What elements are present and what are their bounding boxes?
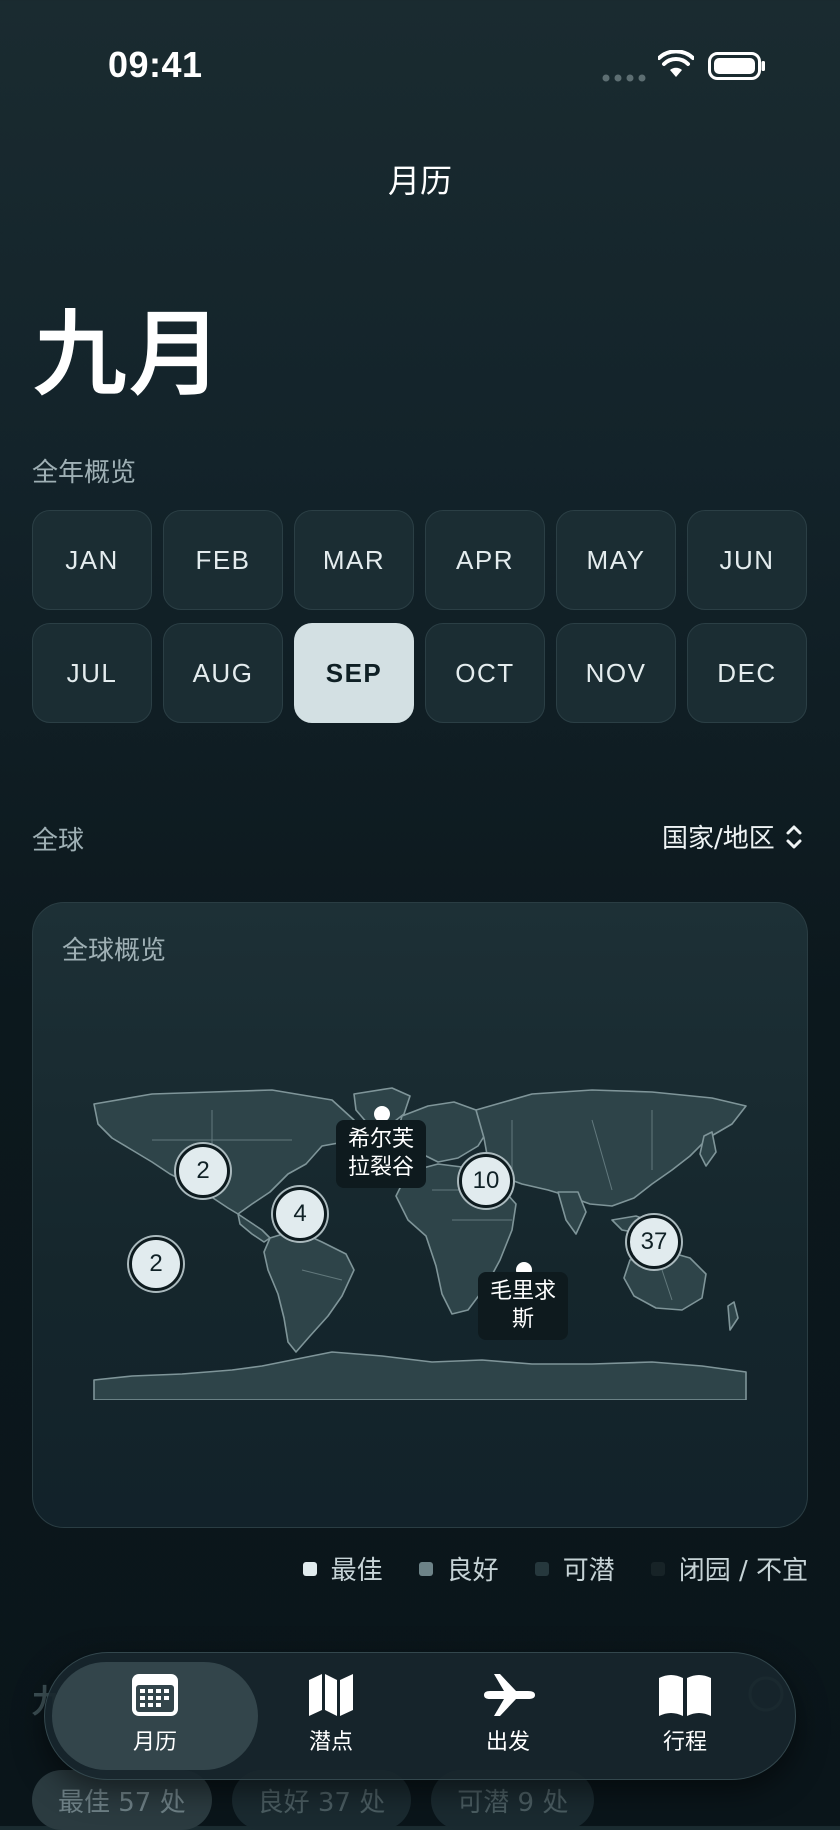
month-button-feb[interactable]: FEB bbox=[163, 510, 283, 610]
legend-swatch bbox=[534, 1561, 549, 1576]
calendar-icon bbox=[132, 1674, 178, 1716]
month-button-nov[interactable]: NOV bbox=[556, 623, 676, 723]
legend-item-good: 良好 bbox=[418, 1550, 499, 1587]
map-label-mauritius[interactable]: 毛里求斯 bbox=[478, 1272, 568, 1340]
legend-swatch bbox=[650, 1561, 665, 1576]
month-button-sep[interactable]: SEP bbox=[294, 623, 414, 723]
tab-dive-sites[interactable]: 潜点 bbox=[256, 1672, 406, 1762]
book-icon bbox=[659, 1675, 711, 1716]
tab-label: 潜点 bbox=[308, 1730, 353, 1755]
current-month-heading: 九月 bbox=[34, 301, 227, 408]
legend-item-best: 最佳 bbox=[302, 1550, 383, 1587]
tab-label: 月历 bbox=[132, 1730, 177, 1755]
map-icon bbox=[309, 1674, 353, 1716]
tab-label: 行程 bbox=[662, 1730, 707, 1755]
chevron-up-down-icon bbox=[786, 825, 802, 848]
signal-dots-icon bbox=[602, 74, 646, 82]
airplane-icon bbox=[484, 1674, 535, 1716]
tab-itinerary[interactable]: 行程 bbox=[610, 1672, 760, 1762]
map-label-iceland[interactable]: 希尔芙拉裂谷 bbox=[336, 1120, 426, 1188]
legend-label: 良好 bbox=[446, 1556, 499, 1586]
map-cluster-marker[interactable]: 10 bbox=[459, 1154, 513, 1208]
map-card-title: 全球概览 bbox=[62, 936, 167, 966]
map-legend: 最佳 良好 可潜 闭园 / 不宜 bbox=[302, 1550, 808, 1587]
battery-icon bbox=[708, 52, 765, 80]
region-label: 全球 bbox=[32, 826, 85, 856]
month-button-jan[interactable]: JAN bbox=[32, 510, 152, 610]
month-button-jul[interactable]: JUL bbox=[32, 623, 152, 723]
page-title: 月历 bbox=[387, 162, 452, 200]
legend-item-diveable: 可潜 bbox=[534, 1550, 615, 1587]
legend-item-closed: 闭园 / 不宜 bbox=[650, 1550, 808, 1587]
tab-label: 出发 bbox=[485, 1730, 530, 1755]
region-picker-label: 国家/地区 bbox=[662, 824, 775, 854]
month-button-apr[interactable]: APR bbox=[425, 510, 545, 610]
wifi-icon bbox=[658, 50, 694, 77]
legend-swatch bbox=[302, 1561, 317, 1576]
region-picker[interactable]: 国家/地区 bbox=[662, 818, 803, 855]
legend-label: 最佳 bbox=[330, 1556, 383, 1586]
month-button-oct[interactable]: OCT bbox=[425, 623, 545, 723]
month-button-mar[interactable]: MAR bbox=[294, 510, 414, 610]
legend-label: 闭园 / 不宜 bbox=[678, 1556, 808, 1586]
map-cluster-marker[interactable]: 2 bbox=[129, 1237, 183, 1291]
map-cluster-marker[interactable]: 2 bbox=[176, 1144, 230, 1198]
status-time: 09:41 bbox=[108, 44, 203, 85]
tab-depart[interactable]: 出发 bbox=[433, 1672, 583, 1762]
month-button-dec[interactable]: DEC bbox=[687, 623, 807, 723]
month-grid: JAN FEB MAR APR MAY JUN JUL AUG SEP OCT … bbox=[32, 510, 808, 723]
map-cluster-marker[interactable]: 37 bbox=[627, 1215, 681, 1269]
tab-calendar[interactable]: 月历 bbox=[80, 1672, 230, 1762]
month-button-aug[interactable]: AUG bbox=[163, 623, 283, 723]
month-button-may[interactable]: MAY bbox=[556, 510, 676, 610]
legend-swatch bbox=[418, 1561, 433, 1576]
month-button-jun[interactable]: JUN bbox=[687, 510, 807, 610]
year-overview-label: 全年概览 bbox=[32, 458, 137, 488]
legend-label: 可潜 bbox=[562, 1556, 615, 1586]
map-cluster-marker[interactable]: 4 bbox=[273, 1187, 327, 1241]
